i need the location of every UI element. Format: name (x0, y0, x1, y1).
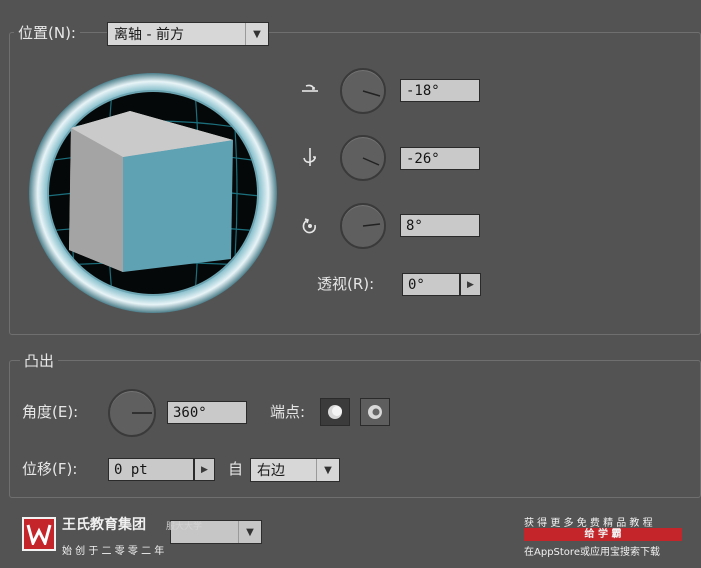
promo-line: 获 得 更 多 免 费 精 品 教 程 (524, 518, 653, 529)
rotate-vertical-axis-icon (299, 146, 321, 168)
rotate-horizontal-axis-icon (299, 80, 321, 102)
cap-on-button[interactable] (320, 398, 350, 426)
perspective-input[interactable]: 0° (402, 273, 460, 296)
x-rotation-input[interactable]: -18° (400, 79, 480, 102)
chevron-down-icon: ▼ (245, 23, 268, 45)
promo-download-line: 在AppStore或应用宝搜索下载 (524, 547, 660, 558)
perspective-label: 透视(R): (317, 275, 375, 293)
from-dropdown[interactable]: 右边 ▼ (250, 458, 340, 482)
arrow-right-icon: ▶ (201, 464, 208, 475)
position-dropdown[interactable]: 离轴 - 前方 ▼ (107, 22, 269, 46)
z-rotation-dial[interactable] (340, 203, 386, 249)
perspective-stepper-button[interactable]: ▶ (460, 273, 481, 296)
y-rotation-input[interactable]: -26° (400, 147, 480, 170)
cap-on-icon (328, 405, 342, 419)
brand-slogan: 始 创 于 二 零 零 二 年 (62, 546, 165, 557)
arrow-right-icon: ▶ (467, 279, 474, 290)
offset-label: 位移(F): (22, 460, 78, 478)
extrude-angle-label: 角度(E): (22, 403, 79, 421)
position-dropdown-value: 离轴 - 前方 (114, 27, 184, 43)
cap-label: 端点: (270, 403, 306, 421)
cap-off-button[interactable] (360, 398, 390, 426)
offset-stepper-button[interactable]: ▶ (194, 458, 215, 481)
chevron-down-icon: ▼ (238, 521, 261, 543)
brand-logo (22, 517, 56, 551)
chevron-down-icon: ▼ (316, 459, 339, 481)
brand-tagline-small: 服大大学 (166, 522, 203, 532)
extrude-section-title: 凸出 (20, 350, 59, 372)
cap-off-icon (368, 405, 382, 419)
y-rotation-dial[interactable] (340, 135, 386, 181)
rotate-z-axis-icon (299, 215, 321, 237)
position-label: 位置(N): (14, 22, 80, 44)
extrude-angle-dial[interactable] (108, 389, 156, 437)
promo-highlight-badge: 给 学 霸 (524, 528, 682, 541)
extrude-angle-input[interactable]: 360° (167, 401, 247, 424)
x-rotation-dial[interactable] (340, 68, 386, 114)
from-label: 自 (228, 460, 244, 478)
offset-input[interactable]: 0 pt (108, 458, 194, 481)
brand-name: 王氏教育集团 (62, 517, 146, 533)
cube-front-face (123, 140, 233, 272)
rotation-trackball[interactable] (27, 71, 279, 315)
from-dropdown-value: 右边 (257, 463, 285, 479)
z-rotation-input[interactable]: 8° (400, 214, 480, 237)
